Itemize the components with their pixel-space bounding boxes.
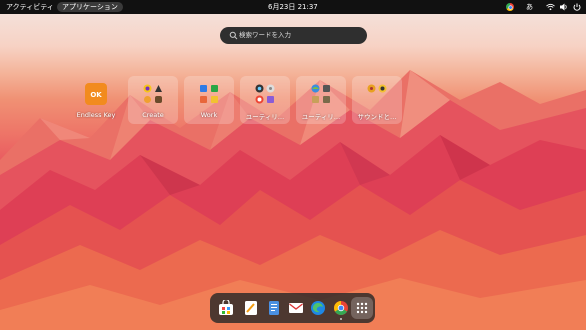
documents-app-icon — [200, 85, 207, 92]
clock[interactable]: 6月23日 21:37 — [268, 0, 318, 14]
search-field[interactable]: 検索ワードを入力 — [220, 27, 367, 44]
top-bar: アクティビティ アプリケーション 6月23日 21:37 あ — [0, 0, 586, 14]
disk-app-icon — [312, 96, 319, 103]
dock — [210, 293, 375, 323]
archive-app-icon — [323, 96, 330, 103]
power-icon[interactable] — [573, 3, 581, 11]
software-store-icon[interactable] — [218, 300, 234, 316]
app-endless-key[interactable]: OK Endless Key — [71, 76, 121, 124]
app-label: Endless Key — [76, 111, 116, 119]
folder-label: Work — [200, 111, 218, 119]
spreadsheet-app-icon — [211, 85, 218, 92]
settings-app-icon — [266, 84, 275, 93]
presentation-app-icon — [200, 96, 207, 103]
paint-app-icon — [143, 84, 152, 93]
search-input[interactable]: 検索ワードを入力 — [239, 27, 291, 44]
files-app-icon — [323, 85, 330, 92]
photo-app-icon — [144, 96, 151, 103]
wallpaper-mountains — [0, 70, 586, 330]
text-editor-icon[interactable] — [243, 300, 259, 316]
rhythmbox-app-icon — [367, 84, 376, 93]
running-indicator — [340, 318, 342, 320]
chrome-indicator-icon[interactable] — [506, 3, 514, 11]
sound-recorder-app-icon — [378, 84, 387, 93]
folder-icon — [253, 82, 277, 106]
notes-app-icon — [211, 96, 218, 103]
documents-icon[interactable] — [266, 300, 282, 316]
folder-label: サウンドと… — [357, 113, 397, 121]
edge-browser-icon[interactable] — [310, 300, 326, 316]
screenshot-app-icon — [267, 96, 274, 103]
mail-icon[interactable] — [288, 300, 304, 316]
folder-icon — [309, 82, 333, 106]
desktop-wallpaper — [0, 0, 586, 330]
folder-label: ユーティリ… — [245, 113, 285, 121]
folder-icon — [141, 82, 165, 106]
folder-icon — [197, 82, 221, 106]
folder-label: Create — [142, 111, 164, 119]
activities-button[interactable]: アクティビティ — [6, 0, 54, 14]
applications-menu-button[interactable]: アプリケーション — [57, 2, 123, 12]
folder-label: ユーティリ… — [301, 113, 341, 121]
camera-app-icon — [255, 84, 264, 93]
animation-app-icon — [155, 85, 162, 92]
maps-app-icon — [311, 84, 320, 93]
folder-utilities-2[interactable]: ユーティリ… — [296, 76, 346, 124]
folder-utilities-1[interactable]: ユーティリ… — [240, 76, 290, 124]
chrome-browser-icon[interactable] — [333, 300, 349, 316]
search-icon — [229, 31, 238, 40]
show-apps-icon — [356, 302, 368, 314]
music-app-icon — [155, 96, 162, 103]
help-app-icon — [255, 95, 264, 104]
folder-create[interactable]: Create — [128, 76, 178, 124]
show-apps-button[interactable] — [351, 297, 373, 319]
chrome-dock-item[interactable] — [332, 293, 350, 323]
input-method-indicator[interactable]: あ — [526, 0, 533, 14]
wifi-icon[interactable] — [546, 3, 555, 11]
svg-text:OK: OK — [90, 91, 102, 99]
folder-icon — [365, 82, 389, 106]
folder-sound-video[interactable]: サウンドと… — [352, 76, 402, 124]
endless-key-icon: OK — [85, 83, 107, 105]
folder-work[interactable]: Work — [184, 76, 234, 124]
volume-icon[interactable] — [560, 3, 568, 11]
